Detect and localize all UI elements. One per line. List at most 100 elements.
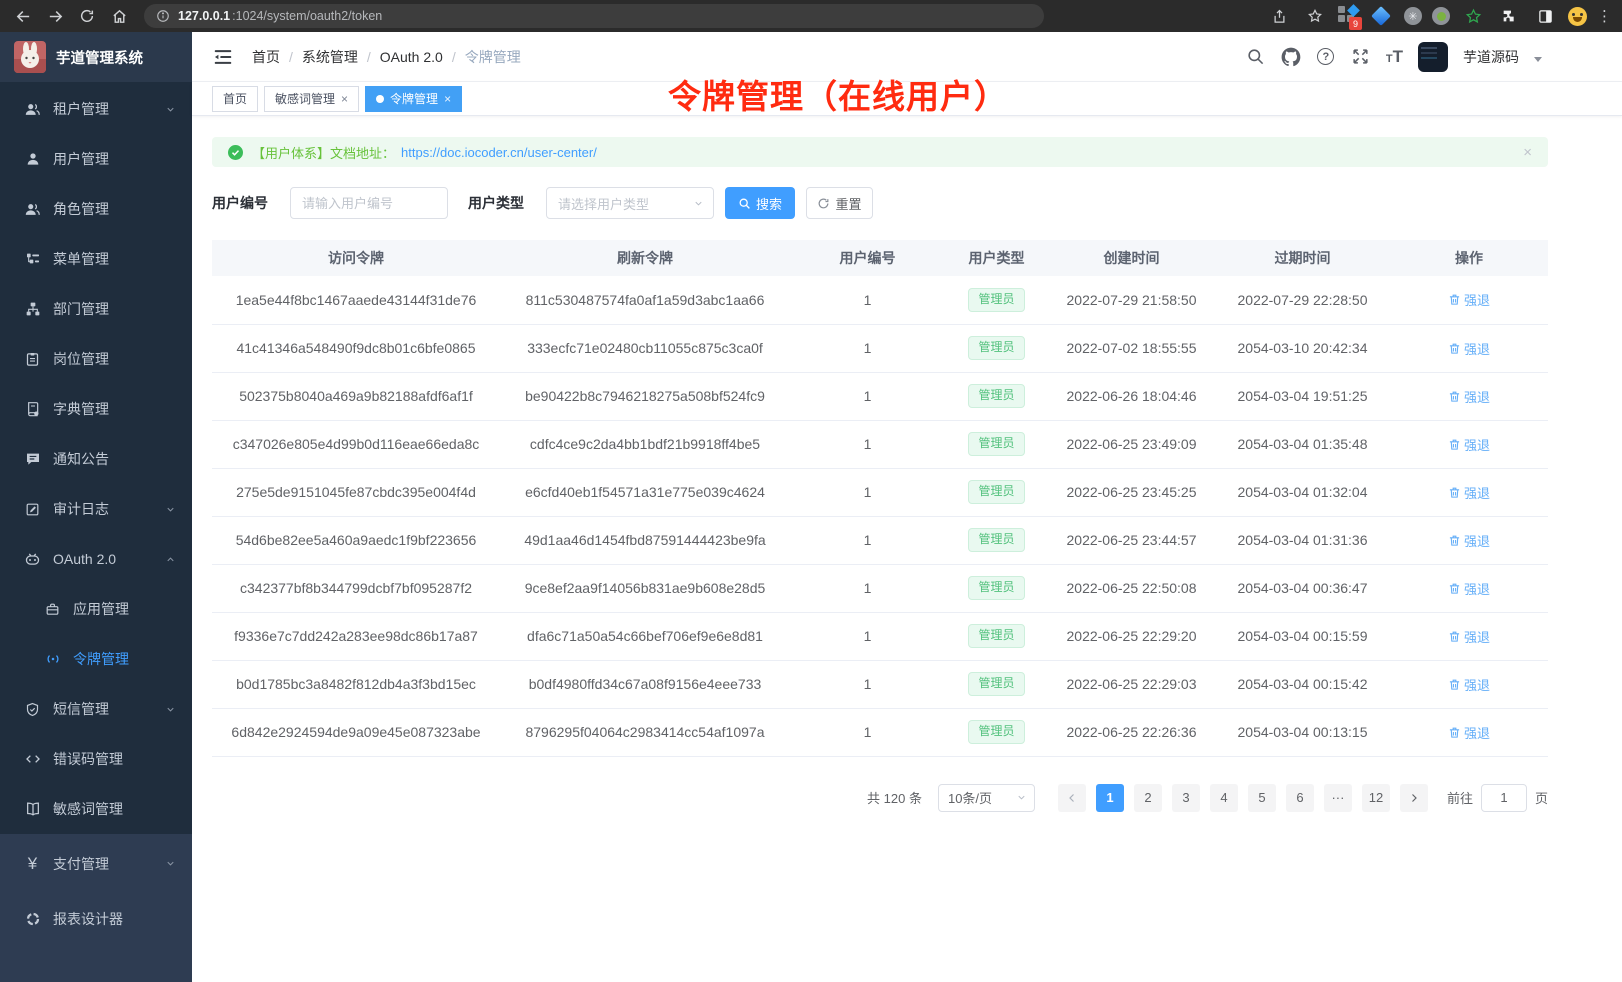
sidebar-item-tenant[interactable]: 租户管理 <box>0 84 192 134</box>
close-icon[interactable]: × <box>341 93 348 105</box>
sidebar-item-post[interactable]: 岗位管理 <box>0 334 192 384</box>
caret-down-icon[interactable] <box>1534 57 1542 62</box>
app-logo[interactable]: 芋道管理系统 <box>0 32 192 82</box>
sidebar-item-notice[interactable]: 通知公告 <box>0 434 192 484</box>
avatar[interactable] <box>1418 42 1448 72</box>
sidebar-item-app-manage[interactable]: 应用管理 <box>0 584 192 634</box>
force-logout-button[interactable]: 强退 <box>1448 290 1490 309</box>
sidebar-item-menu[interactable]: 菜单管理 <box>0 234 192 284</box>
home-icon[interactable] <box>106 3 132 29</box>
user-type-select[interactable]: 请选择用户类型 <box>546 187 714 219</box>
dictionary-icon <box>24 401 41 418</box>
goto-page-input[interactable] <box>1481 784 1527 812</box>
force-logout-label: 强退 <box>1464 627 1490 646</box>
next-page-button[interactable] <box>1400 784 1428 812</box>
page-suffix-label: 页 <box>1535 788 1548 807</box>
page-button[interactable]: 1 <box>1096 784 1124 812</box>
page-button[interactable]: 6 <box>1286 784 1314 812</box>
sidebar-item-dict[interactable]: 字典管理 <box>0 384 192 434</box>
sidebar-item-oauth[interactable]: OAuth 2.0 <box>0 534 192 584</box>
address-bar[interactable]: 127.0.0.1:1024/system/oauth2/token <box>144 4 1044 28</box>
refresh-token-cell: e6cfd40eb1f54571a31e775e039c4624 <box>500 468 790 516</box>
username[interactable]: 芋道源码 <box>1463 47 1519 67</box>
green-star-icon[interactable] <box>1460 3 1486 29</box>
trash-icon <box>1448 534 1461 547</box>
github-icon[interactable] <box>1281 47 1301 67</box>
sidebar-item-errcode[interactable]: 错误码管理 <box>0 734 192 784</box>
alert-doc-link[interactable]: https://doc.iocoder.cn/user-center/ <box>401 145 597 160</box>
help-icon[interactable]: ? <box>1316 47 1336 67</box>
prev-page-button[interactable] <box>1058 784 1086 812</box>
page-button[interactable]: ··· <box>1324 784 1352 812</box>
trash-icon <box>1448 630 1461 643</box>
sidebar-item-role[interactable]: 角色管理 <box>0 184 192 234</box>
tab[interactable]: 令牌管理 × <box>365 86 462 112</box>
breadcrumb-system[interactable]: 系统管理 <box>302 47 358 67</box>
page-content: 【用户体系】文档地址： https://doc.iocoder.cn/user-… <box>192 116 1622 812</box>
extension-icon[interactable]: 9 <box>1338 6 1358 26</box>
force-logout-button[interactable]: 强退 <box>1448 579 1490 598</box>
close-icon[interactable]: × <box>1523 145 1532 160</box>
sidebar-item-audit-log[interactable]: 审计日志 <box>0 484 192 534</box>
reset-button[interactable]: 重置 <box>806 187 873 219</box>
asterisk-circle-icon[interactable]: ✳ <box>1404 7 1422 25</box>
page-button[interactable]: 4 <box>1210 784 1238 812</box>
table-row: 502375b8040a469a9b82188afdf6af1f be90422… <box>212 372 1548 420</box>
force-logout-label: 强退 <box>1464 531 1490 550</box>
user-id-input[interactable] <box>290 187 448 219</box>
create-time-cell: 2022-06-26 18:04:46 <box>1048 372 1215 420</box>
sidebar-item-sms[interactable]: 短信管理 <box>0 684 192 734</box>
sidebar-item-user[interactable]: 用户管理 <box>0 134 192 184</box>
user-type-cell: 管理员 <box>945 468 1048 516</box>
close-icon[interactable]: × <box>444 93 451 105</box>
menu-dots-icon[interactable]: ⋮ <box>1597 7 1612 25</box>
emoji-icon[interactable] <box>1568 7 1587 26</box>
sidebar-item-dept[interactable]: 部门管理 <box>0 284 192 334</box>
fontsize-icon[interactable]: TT <box>1386 48 1403 65</box>
id-badge-icon <box>24 351 41 368</box>
force-logout-button[interactable]: 强退 <box>1448 531 1490 550</box>
tab[interactable]: 首页 × <box>212 86 258 112</box>
back-icon[interactable] <box>10 3 36 29</box>
user-id-cell: 1 <box>790 516 945 564</box>
page-button[interactable]: 3 <box>1172 784 1200 812</box>
expire-time-cell: 2054-03-04 01:35:48 <box>1215 420 1390 468</box>
breadcrumb-home[interactable]: 首页 <box>252 47 280 67</box>
sidebar-item-report-designer[interactable]: 报表设计器 <box>0 891 192 946</box>
force-logout-button[interactable]: 强退 <box>1448 627 1490 646</box>
reload-icon[interactable] <box>74 3 100 29</box>
force-logout-button[interactable]: 强退 <box>1448 483 1490 502</box>
search-icon[interactable] <box>1246 47 1266 67</box>
force-logout-button[interactable]: 强退 <box>1448 723 1490 742</box>
fullscreen-icon[interactable] <box>1351 47 1371 67</box>
sidebar-item-token-manage[interactable]: 令牌管理 <box>0 634 192 684</box>
tab[interactable]: 敏感词管理 × <box>264 86 359 112</box>
breadcrumb-oauth[interactable]: OAuth 2.0 <box>380 49 443 65</box>
page-button[interactable]: 5 <box>1248 784 1276 812</box>
user-type-cell: 管理员 <box>945 612 1048 660</box>
page-button[interactable]: 12 <box>1362 784 1390 812</box>
forward-icon[interactable] <box>42 3 68 29</box>
fold-sidebar-icon[interactable] <box>212 46 234 68</box>
green-dot-icon[interactable] <box>1432 7 1450 25</box>
access-token-cell: 502375b8040a469a9b82188afdf6af1f <box>212 372 500 420</box>
puzzle-icon[interactable] <box>1496 3 1522 29</box>
force-logout-button[interactable]: 强退 <box>1448 387 1490 406</box>
split-square-icon[interactable] <box>1532 3 1558 29</box>
col-expire-time: 过期时间 <box>1215 240 1390 276</box>
page-size-select[interactable]: 10条/页 <box>938 784 1035 812</box>
page-button[interactable]: 2 <box>1134 784 1162 812</box>
force-logout-button[interactable]: 强退 <box>1448 435 1490 454</box>
gem-icon[interactable] <box>1368 3 1394 29</box>
sidebar-item-sensitive-words[interactable]: 敏感词管理 <box>0 784 192 834</box>
sidebar-item-pay[interactable]: ¥ 支付管理 <box>0 836 192 891</box>
total-count: 共 120 条 <box>867 788 922 807</box>
search-button[interactable]: 搜索 <box>725 187 795 219</box>
refresh-token-cell: cdfc4ce9c2da4bb1bdf21b9918ff4be5 <box>500 420 790 468</box>
breadcrumb: 首页 / 系统管理 / OAuth 2.0 / 令牌管理 <box>252 47 521 67</box>
user-id-cell: 1 <box>790 420 945 468</box>
force-logout-button[interactable]: 强退 <box>1448 339 1490 358</box>
share-icon[interactable] <box>1266 3 1292 29</box>
force-logout-button[interactable]: 强退 <box>1448 675 1490 694</box>
star-icon[interactable] <box>1302 3 1328 29</box>
